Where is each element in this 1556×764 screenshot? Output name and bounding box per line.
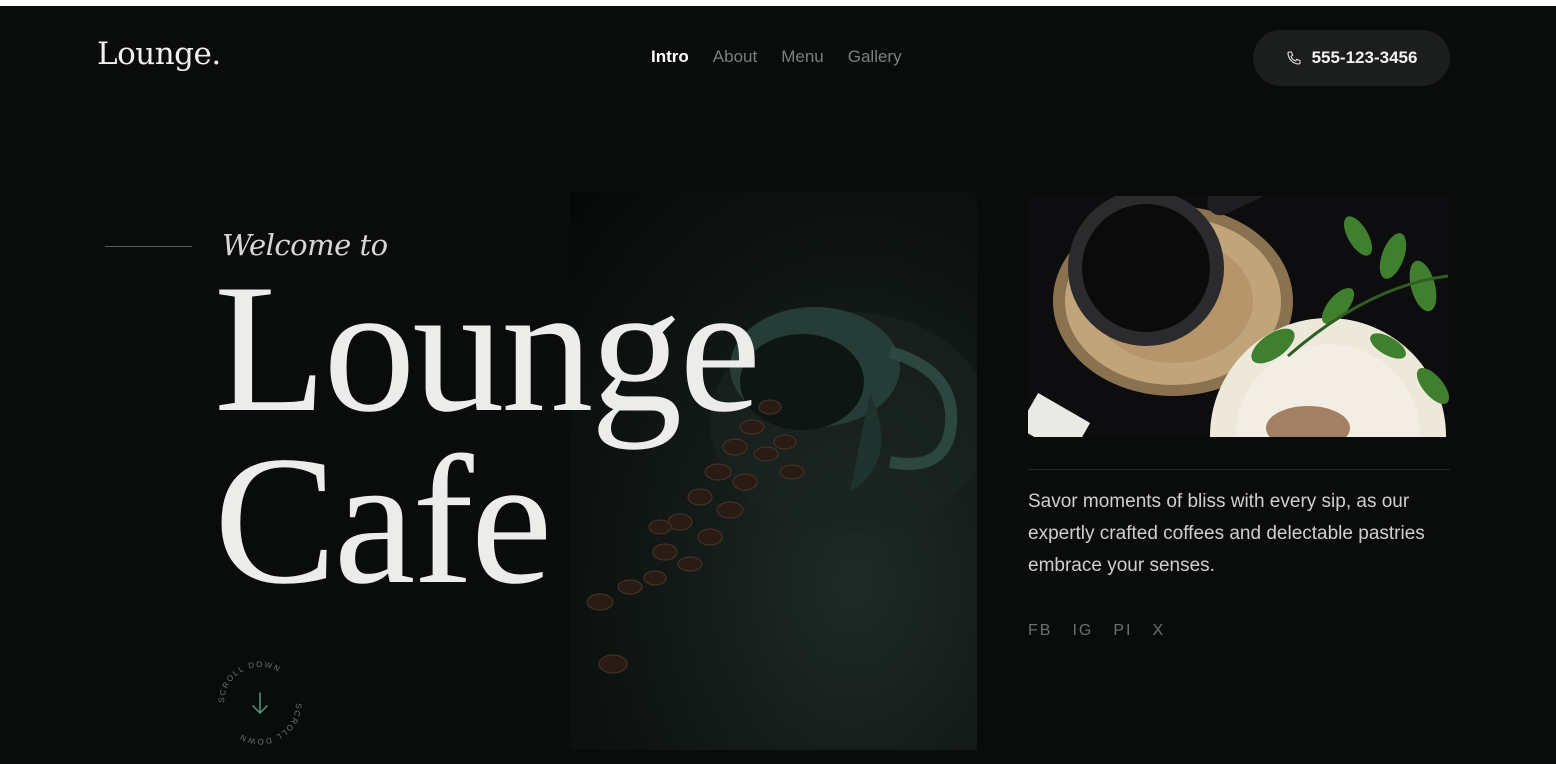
scroll-down-badge[interactable]: SCROLL DOWN SCROLL DOWN	[212, 655, 308, 751]
svg-text:SCROLL DOWN: SCROLL DOWN	[217, 660, 283, 703]
nav-item-intro[interactable]: Intro	[651, 47, 689, 67]
scroll-label: SCROLL DOWN	[217, 660, 281, 703]
social-link-ig[interactable]: IG	[1072, 622, 1093, 640]
intro-description: Savor moments of bliss with every sip, a…	[1028, 491, 1425, 576]
hero-title-line1: Lounge	[214, 246, 761, 450]
social-link-pi[interactable]: PI	[1113, 622, 1132, 640]
arrow-down-icon	[252, 692, 268, 715]
hero-title: Lounge Cafe	[214, 246, 761, 622]
nav-item-gallery[interactable]: Gallery	[848, 47, 902, 67]
scroll-label-repeat: SCROLL DOWN	[237, 703, 301, 746]
hero-title-line2: Cafe	[214, 418, 552, 622]
social-links: FB IG PI X	[1028, 622, 1165, 640]
svg-text:SCROLL DOWN: SCROLL DOWN	[237, 703, 303, 746]
social-link-x[interactable]: X	[1152, 622, 1165, 640]
decorative-rule	[105, 246, 192, 247]
phone-number: 555-123-3456	[1311, 48, 1418, 67]
side-coffee-photo	[1028, 196, 1449, 437]
social-link-fb[interactable]: FB	[1028, 622, 1052, 640]
site-logo[interactable]: Lounge.	[97, 36, 221, 72]
phone-button[interactable]: 555-123-3456	[1253, 30, 1450, 86]
main-nav: Intro About Menu Gallery	[651, 47, 902, 67]
nav-item-about[interactable]: About	[713, 47, 757, 67]
phone-icon	[1287, 51, 1301, 65]
nav-item-menu[interactable]: Menu	[781, 47, 824, 67]
side-divider	[1028, 469, 1450, 470]
top-strip	[0, 0, 1556, 6]
